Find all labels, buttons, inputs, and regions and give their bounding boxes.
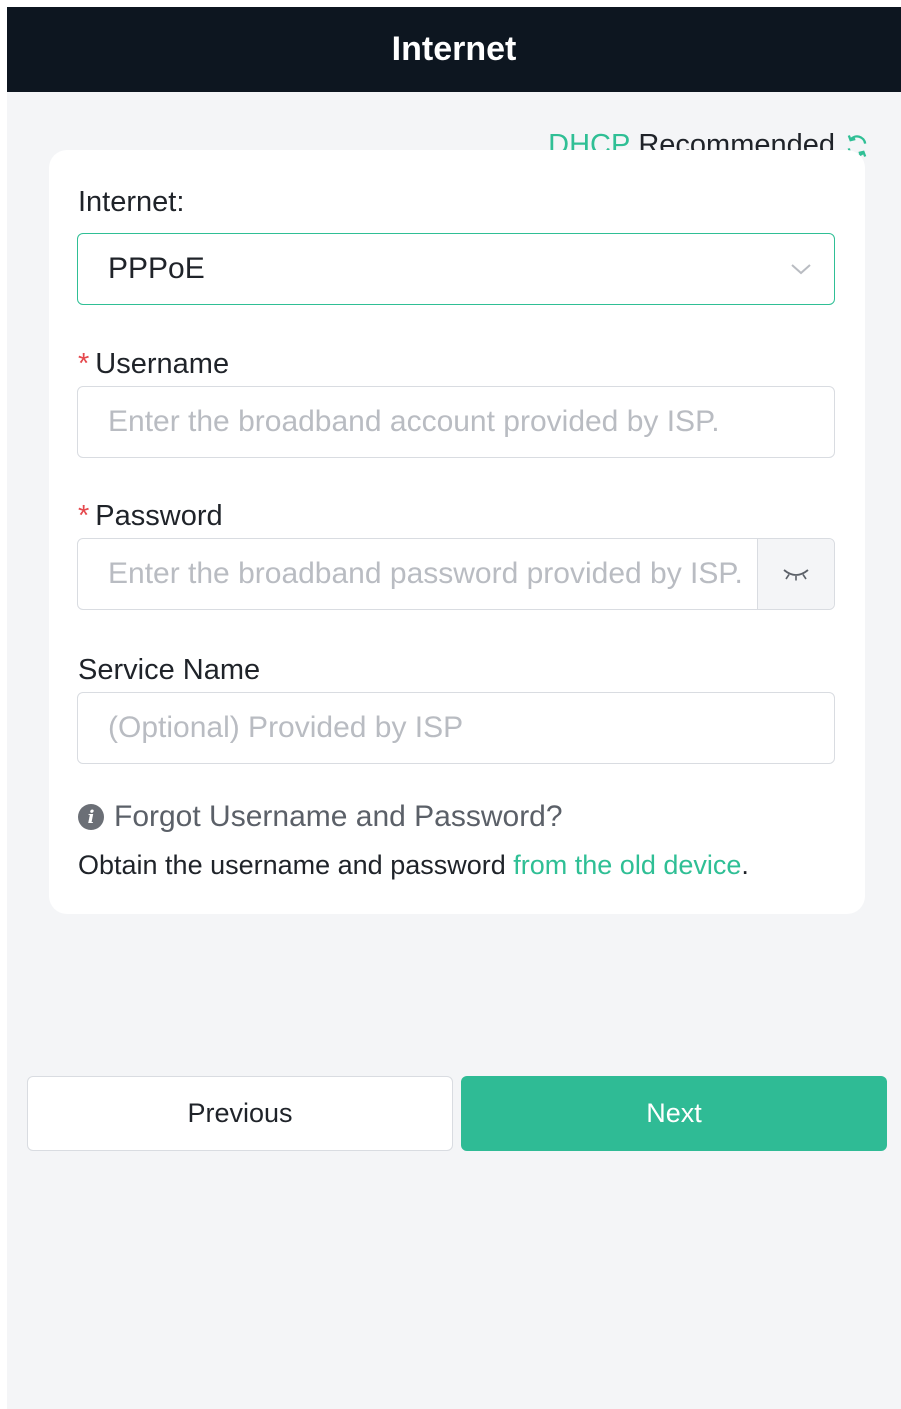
info-icon: i [78,804,104,830]
service-name-input[interactable] [78,692,834,764]
internet-type-select[interactable]: PPPoE [77,233,835,305]
service-name-label: Service Name [78,654,261,686]
eye-closed-icon [783,569,809,581]
forgot-credentials-hint: i Forgot Username and Password? [78,800,563,834]
page-title: Internet [391,30,517,68]
password-label: * Password [78,500,223,533]
internet-type-value: PPPoE [108,252,205,285]
internet-label: Internet: [78,186,185,218]
previous-button[interactable]: Previous [27,1076,453,1151]
old-device-link[interactable]: from the old device [513,850,741,880]
obtain-credentials-text: Obtain the username and password from th… [78,850,749,881]
internet-settings-card: Internet: PPPoE *Username *Password [49,150,865,914]
username-label-text: Username [95,348,230,380]
password-label-text: Password [95,500,223,532]
page-frame: Internet DHCP Recommended Internet: PPPo… [7,7,901,1409]
chevron-down-icon [791,264,811,275]
toggle-password-visibility-button[interactable] [757,539,834,609]
username-label: * Username [78,348,229,381]
service-name-field[interactable] [77,692,835,764]
forgot-text: Forgot Username and Password? [114,800,563,833]
required-mark: * [78,348,90,380]
username-field[interactable] [77,386,835,458]
password-input[interactable] [78,538,757,610]
next-button[interactable]: Next [461,1076,887,1151]
username-input[interactable] [78,386,834,458]
page-header: Internet [7,7,901,92]
obtain-suffix: . [741,850,749,880]
obtain-prefix: Obtain the username and password [78,850,514,880]
required-mark: * [78,500,90,532]
password-field[interactable] [77,538,835,610]
